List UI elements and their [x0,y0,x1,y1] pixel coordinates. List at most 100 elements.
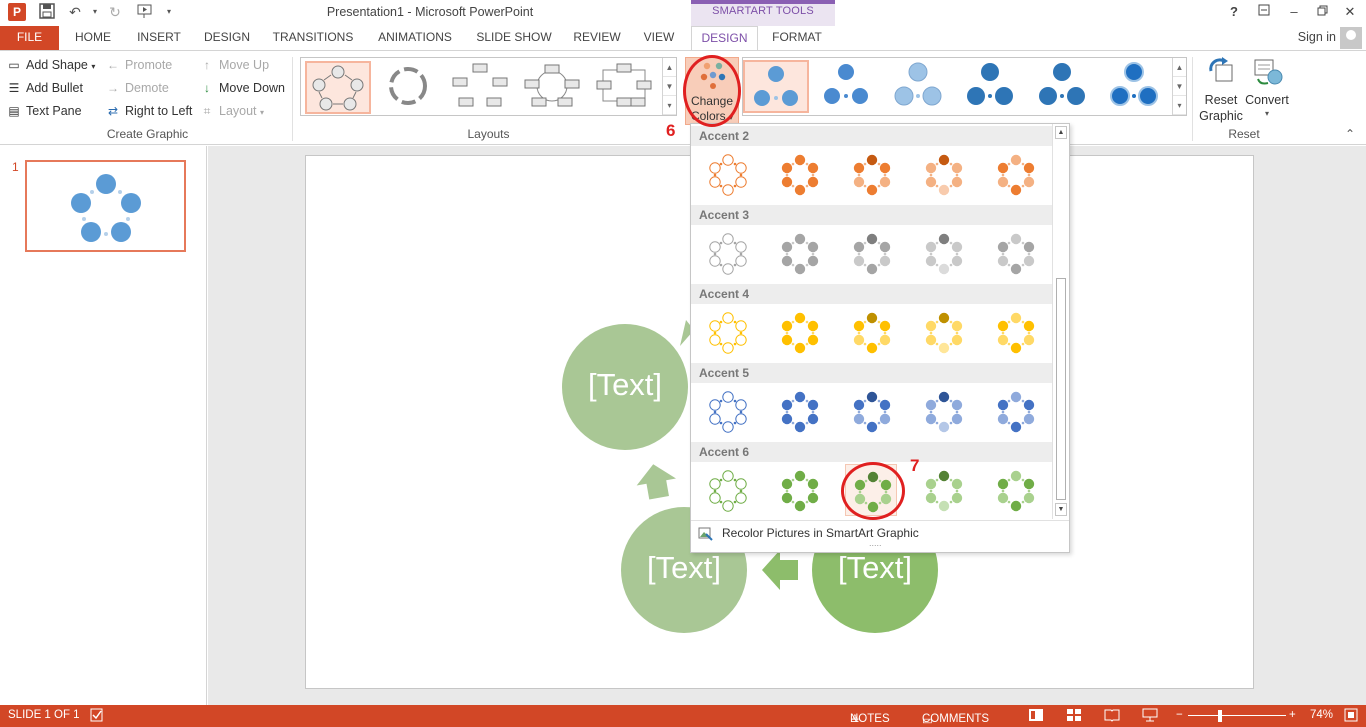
layout-thumb-text-cycle[interactable] [377,61,443,114]
spelling-check-icon[interactable] [90,708,104,725]
slide-sorter-view-icon[interactable] [1066,708,1082,725]
color-swatch-accent-5-2[interactable] [773,385,825,437]
style-thumb-subtle-effect[interactable] [887,60,953,113]
tab-smartart-design[interactable]: DESIGN [691,26,758,51]
layout-thumb-segmented-cycle[interactable] [521,61,587,114]
annotation-step-6: 6 [666,121,676,140]
tab-review[interactable]: REVIEW [566,26,628,50]
style-thumb-3d-polished[interactable] [1103,60,1169,113]
color-swatch-accent-3-3[interactable] [845,227,897,279]
scroll-down-icon[interactable]: ▼ [1173,77,1186,96]
color-swatch-accent-4-1[interactable] [701,306,753,358]
styles-gallery-scroll[interactable]: ▲ ▼ ▾ [1172,58,1186,115]
tab-view[interactable]: VIEW [638,26,680,50]
color-swatch-accent-3-1[interactable] [701,227,753,279]
zoom-slider-track[interactable] [1188,715,1286,716]
scroll-up-icon[interactable]: ▲ [1173,58,1186,77]
normal-view-icon[interactable] [1028,708,1044,725]
scroll-up-icon[interactable]: ▲ [663,58,676,77]
tab-home[interactable]: HOME [64,26,122,50]
smartart-node[interactable]: [Text] [562,324,688,450]
tab-slide-show[interactable]: SLIDE SHOW [472,26,556,50]
slide-thumbnail[interactable] [25,160,186,252]
tab-transitions[interactable]: TRANSITIONS [268,26,358,50]
slide-count-status[interactable]: SLIDE 1 OF 1 [8,709,80,721]
tab-animations[interactable]: ANIMATIONS [368,26,462,50]
restore-icon[interactable] [1310,3,1334,21]
gallery-more-icon[interactable]: ▾ [1173,96,1186,115]
promote-button[interactable]: ← Promote [106,55,172,75]
help-icon[interactable]: ? [1222,3,1246,21]
move-up-button[interactable]: ↑ Move Up [200,55,269,75]
layout-thumb-continuous-cycle[interactable] [593,61,659,114]
color-swatch-accent-6-1[interactable] [701,464,753,516]
dropdown-scrollbar[interactable]: ▲ ▼ [1052,124,1069,519]
arrow-down-icon: ↓ [204,81,210,95]
color-swatch-accent-3-4[interactable] [917,227,969,279]
recolor-pictures-item[interactable]: Recolor Pictures in SmartArt Graphic ...… [691,520,1069,553]
color-swatch-accent-4-4[interactable] [917,306,969,358]
slide-show-view-icon[interactable] [1142,708,1158,725]
gallery-more-icon[interactable]: ▾ [663,96,676,115]
color-swatch-accent-4-5[interactable] [989,306,1041,358]
layout-button[interactable]: ⌗ Layout ▾ [200,101,264,121]
style-thumb-white-outline[interactable] [815,60,881,113]
tab-file[interactable]: FILE [0,26,59,50]
add-shape-icon: ▭ [8,58,20,72]
tab-smartart-format[interactable]: FORMAT [764,26,830,50]
recolor-pictures-icon [698,527,713,541]
zoom-in-icon[interactable]: + [1289,709,1296,721]
color-swatch-accent-5-3[interactable] [845,385,897,437]
color-swatch-accent-5-1[interactable] [701,385,753,437]
convert-button[interactable]: Convert ▾ [1244,55,1290,125]
group-divider [292,57,293,141]
layout-thumb-basic-cycle[interactable] [305,61,371,114]
layout-thumb-block-cycle[interactable] [449,61,515,114]
resize-grip[interactable]: ..... [869,538,882,548]
color-swatch-accent-3-2[interactable] [773,227,825,279]
scroll-up-icon[interactable]: ▲ [1055,126,1067,139]
color-swatch-accent-3-5[interactable] [989,227,1041,279]
right-to-left-button[interactable]: ⇄ Right to Left [106,101,192,121]
zoom-level[interactable]: 74% [1310,709,1333,721]
color-swatch-accent-6-2[interactable] [773,464,825,516]
avatar[interactable] [1340,27,1362,49]
arrow-left-icon: ← [107,58,119,72]
color-swatch-accent-2-2[interactable] [773,148,825,200]
close-icon[interactable]: ✕ [1338,3,1362,21]
layouts-gallery-scroll[interactable]: ▲ ▼ ▾ [662,58,676,115]
color-swatch-accent-6-4[interactable] [917,464,969,516]
tab-design[interactable]: DESIGN [196,26,258,50]
color-swatch-accent-2-5[interactable] [989,148,1041,200]
reading-view-icon[interactable] [1104,708,1120,725]
minimize-icon[interactable]: – [1282,3,1306,21]
zoom-out-icon[interactable]: − [1176,709,1183,721]
reset-graphic-button[interactable]: Reset Graphic [1196,55,1246,125]
add-shape-button[interactable]: ▭ Add Shape ▾ [7,55,95,75]
color-swatch-accent-2-1[interactable] [701,148,753,200]
add-bullet-button[interactable]: ☰ Add Bullet [7,78,83,98]
style-thumb-moderate-effect[interactable] [959,60,1025,113]
style-thumb-intense-effect[interactable] [1031,60,1097,113]
sign-in-link[interactable]: Sign in [1298,30,1336,44]
arrow-right-icon: → [107,81,119,95]
tab-insert[interactable]: INSERT [130,26,188,50]
demote-button[interactable]: → Demote [106,78,169,98]
ribbon-display-options-icon[interactable] [1252,3,1276,21]
scroll-down-icon[interactable]: ▼ [1055,503,1067,516]
move-down-button[interactable]: ↓ Move Down [200,78,285,98]
fit-slide-icon[interactable] [1344,708,1358,725]
color-swatch-accent-5-4[interactable] [917,385,969,437]
color-swatch-accent-4-2[interactable] [773,306,825,358]
color-swatch-accent-2-3[interactable] [845,148,897,200]
zoom-slider-thumb[interactable] [1218,710,1222,722]
collapse-ribbon-icon[interactable]: ⌃ [1345,127,1355,141]
color-swatch-accent-2-4[interactable] [917,148,969,200]
color-swatch-accent-4-3[interactable] [845,306,897,358]
scroll-down-icon[interactable]: ▼ [663,77,676,96]
color-swatch-accent-5-5[interactable] [989,385,1041,437]
color-swatch-accent-6-5[interactable] [989,464,1041,516]
text-pane-button[interactable]: ▤ Text Pane [7,101,81,121]
style-thumb-simple-fill[interactable] [743,60,809,113]
scroll-thumb[interactable] [1056,278,1066,500]
